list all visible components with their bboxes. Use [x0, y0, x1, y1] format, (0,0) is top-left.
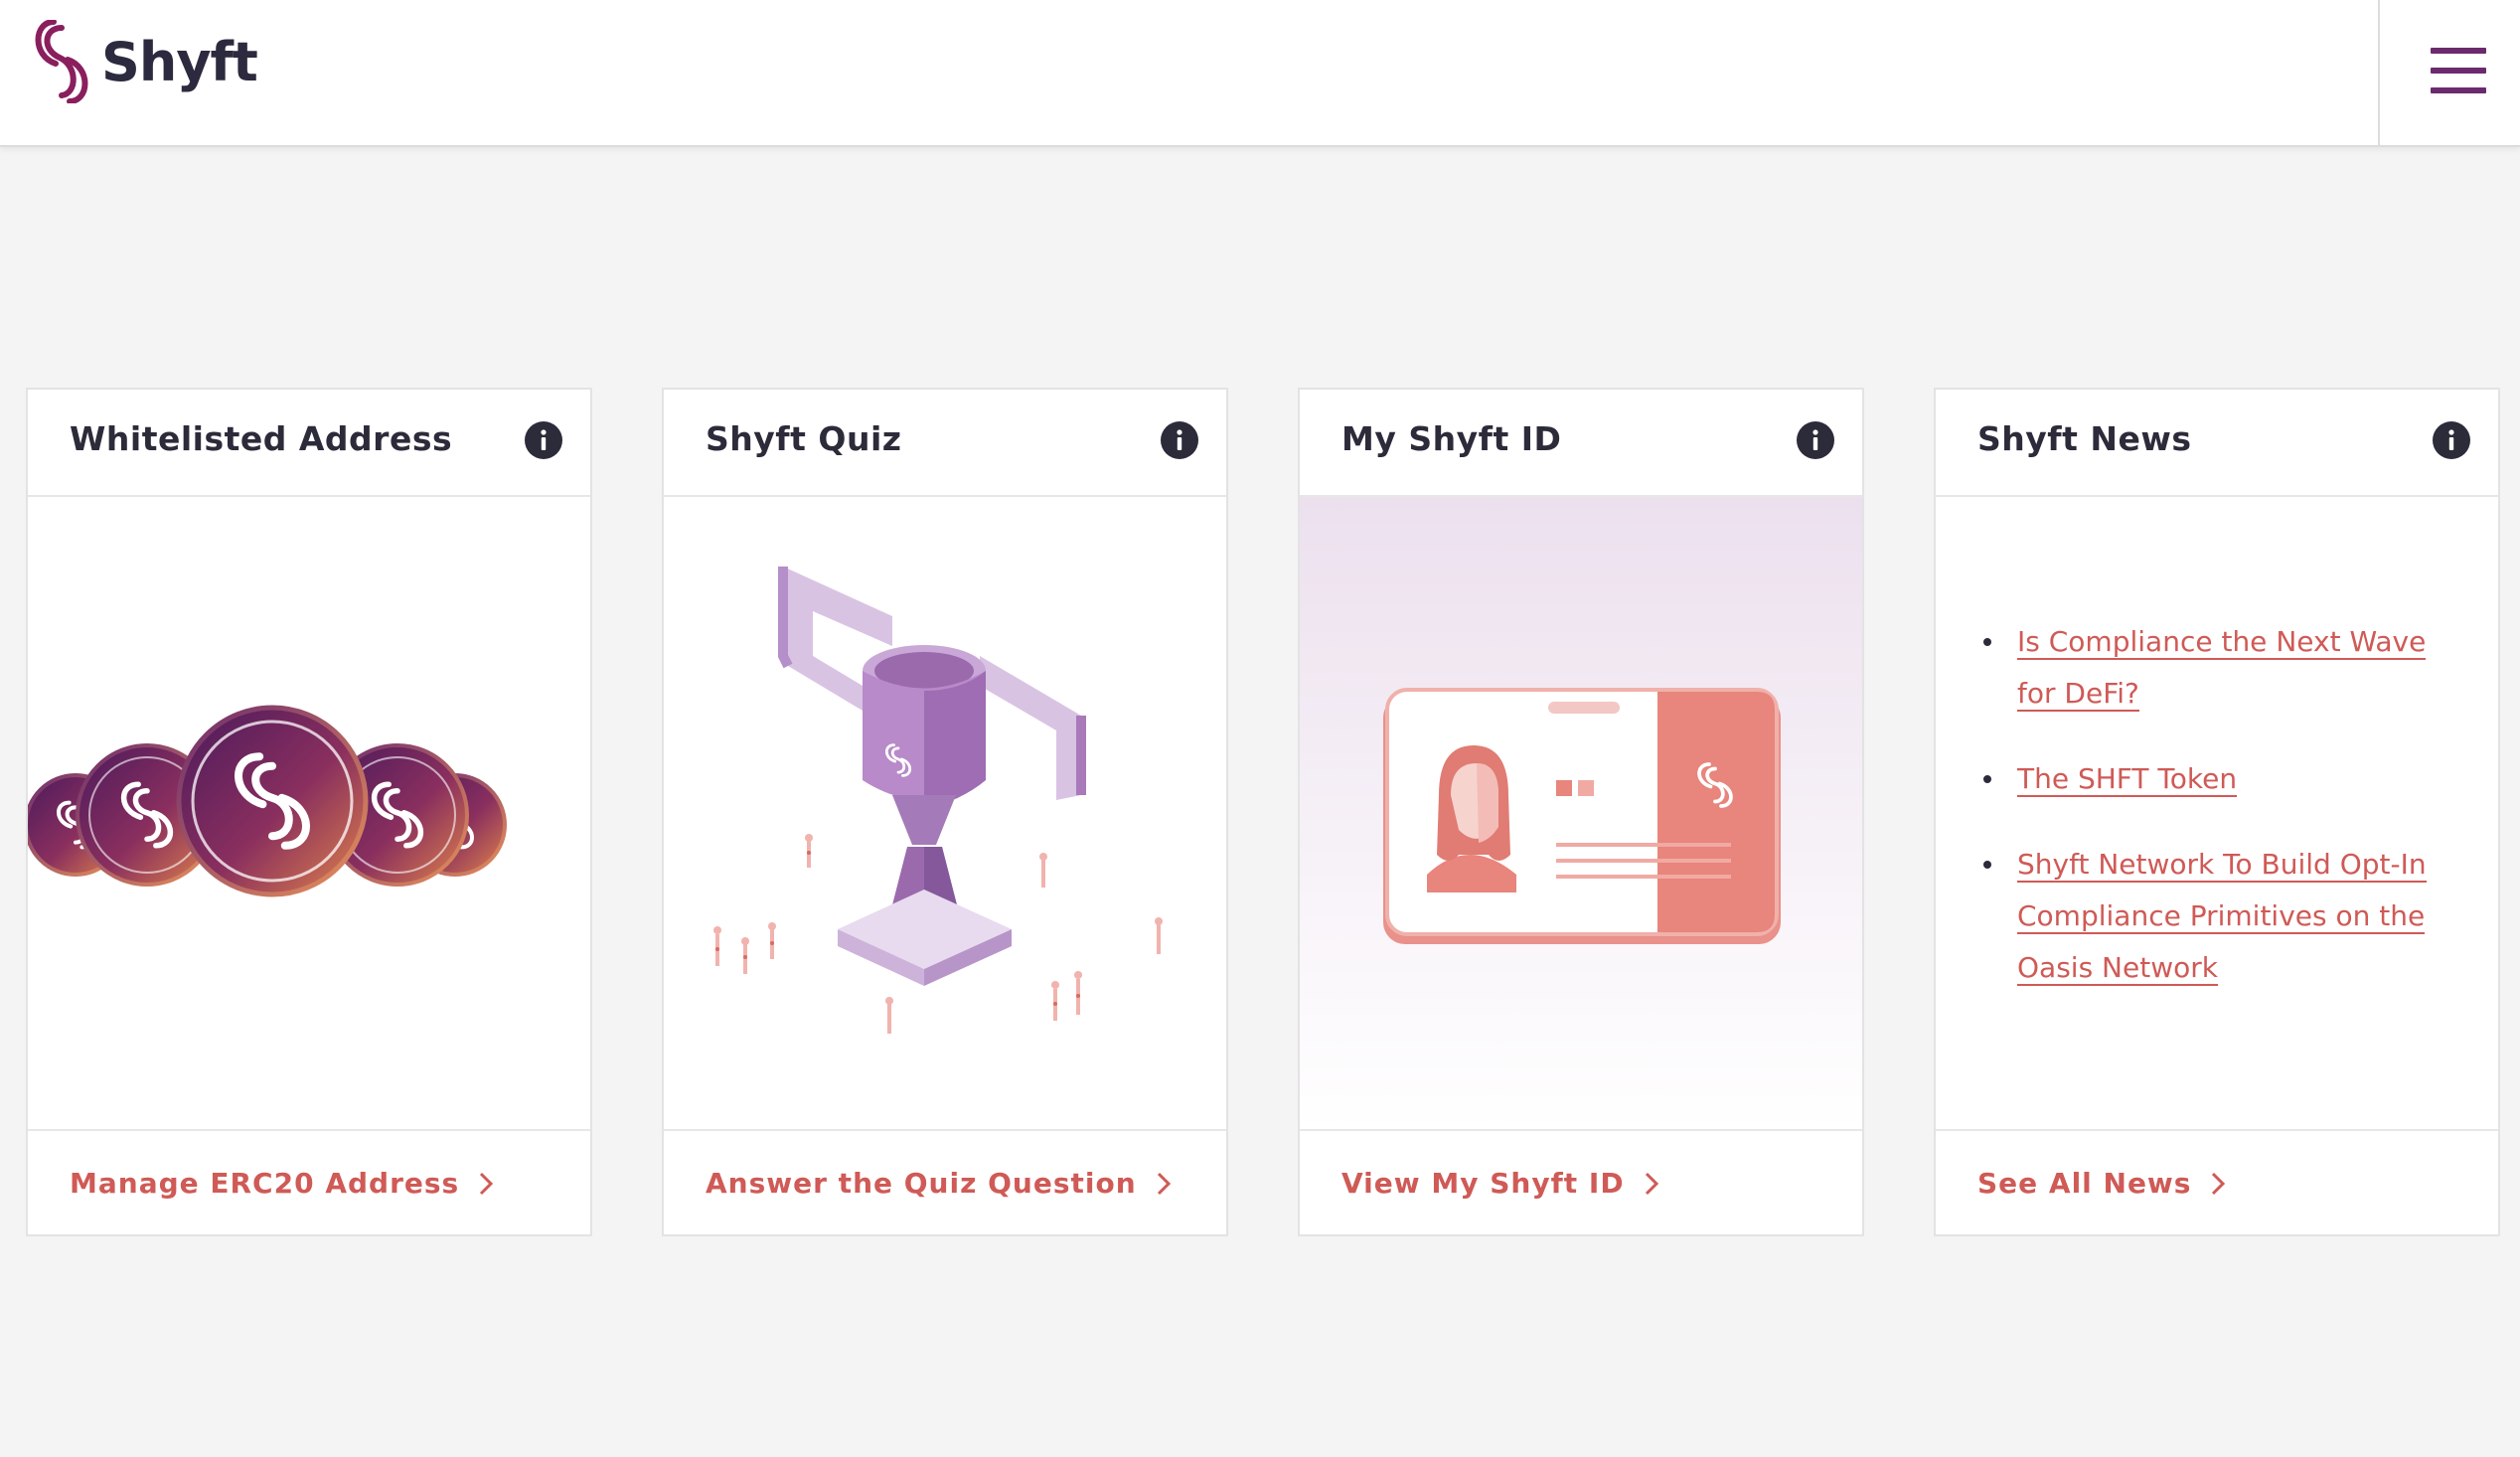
- card-title: Whitelisted Address: [70, 419, 453, 458]
- card-footer: See All News: [1936, 1129, 2498, 1236]
- info-icon[interactable]: [1797, 421, 1834, 459]
- top-header: Shyft: [0, 0, 2520, 147]
- card-footer: Manage ERC20 Address: [28, 1129, 590, 1236]
- card-whitelisted-address: Whitelisted Address Manage ERC20 Address: [24, 388, 592, 1236]
- news-link[interactable]: The SHFT Token: [2017, 762, 2238, 797]
- id-card-illustration: [1300, 497, 1862, 1129]
- info-icon[interactable]: [1161, 421, 1198, 459]
- hamburger-menu-icon[interactable]: [2431, 48, 2488, 95]
- card-body: [24, 497, 590, 1129]
- list-item: Shyft Network To Build Opt-In Compliance…: [1983, 839, 2450, 994]
- card-body: [664, 497, 1226, 1129]
- card-footer: View My Shyft ID: [1300, 1129, 1862, 1236]
- list-item: The SHFT Token: [1983, 753, 2450, 805]
- card-body: Is Compliance the Next Wave for DeFi? Th…: [1936, 497, 2498, 1129]
- answer-quiz-question-link[interactable]: Answer the Quiz Question: [706, 1167, 1173, 1200]
- card-my-shyft-id: My Shyft ID View My Shyft ID: [1298, 388, 1864, 1236]
- trophy-illustration: [713, 567, 1163, 1034]
- list-item: Is Compliance the Next Wave for DeFi?: [1983, 616, 2450, 720]
- card-body: [1300, 497, 1862, 1129]
- news-list: Is Compliance the Next Wave for DeFi? Th…: [1983, 616, 2450, 1028]
- brand-name: Shyft: [101, 30, 258, 93]
- card-title: Shyft News: [1977, 419, 2192, 458]
- card-header: Shyft News: [1936, 390, 2498, 497]
- news-link[interactable]: Is Compliance the Next Wave for DeFi?: [2017, 625, 2427, 712]
- card-title: My Shyft ID: [1341, 419, 1562, 458]
- info-icon[interactable]: [525, 421, 562, 459]
- link-label: Manage ERC20 Address: [70, 1167, 460, 1200]
- card-title: Shyft Quiz: [706, 419, 902, 458]
- chevron-right-icon: [2212, 1172, 2226, 1195]
- card-shyft-news: Shyft News Is Compliance the Next Wave f…: [1934, 388, 2500, 1236]
- view-my-shyft-id-link[interactable]: View My Shyft ID: [1341, 1167, 1660, 1200]
- link-label: See All News: [1977, 1167, 2192, 1200]
- card-header: Shyft Quiz: [664, 390, 1226, 497]
- card-shyft-quiz: Shyft Quiz Answer the Quiz Question: [662, 388, 1228, 1236]
- shyft-coins-illustration: [24, 705, 507, 897]
- chevron-right-icon: [1157, 1172, 1171, 1195]
- card-footer: Answer the Quiz Question: [664, 1129, 1226, 1236]
- shyft-logo-icon: [35, 20, 88, 103]
- news-link[interactable]: Shyft Network To Build Opt-In Compliance…: [2017, 848, 2427, 986]
- link-label: View My Shyft ID: [1341, 1167, 1625, 1200]
- chevron-right-icon: [1645, 1172, 1658, 1195]
- link-label: Answer the Quiz Question: [706, 1167, 1137, 1200]
- info-icon[interactable]: [2433, 421, 2470, 459]
- card-header: My Shyft ID: [1300, 390, 1862, 497]
- shyft-logo[interactable]: Shyft: [34, 20, 258, 103]
- card-header: Whitelisted Address: [28, 390, 590, 497]
- chevron-right-icon: [480, 1172, 494, 1195]
- header-divider: [2378, 0, 2380, 147]
- see-all-news-link[interactable]: See All News: [1977, 1167, 2227, 1200]
- manage-erc20-address-link[interactable]: Manage ERC20 Address: [70, 1167, 495, 1200]
